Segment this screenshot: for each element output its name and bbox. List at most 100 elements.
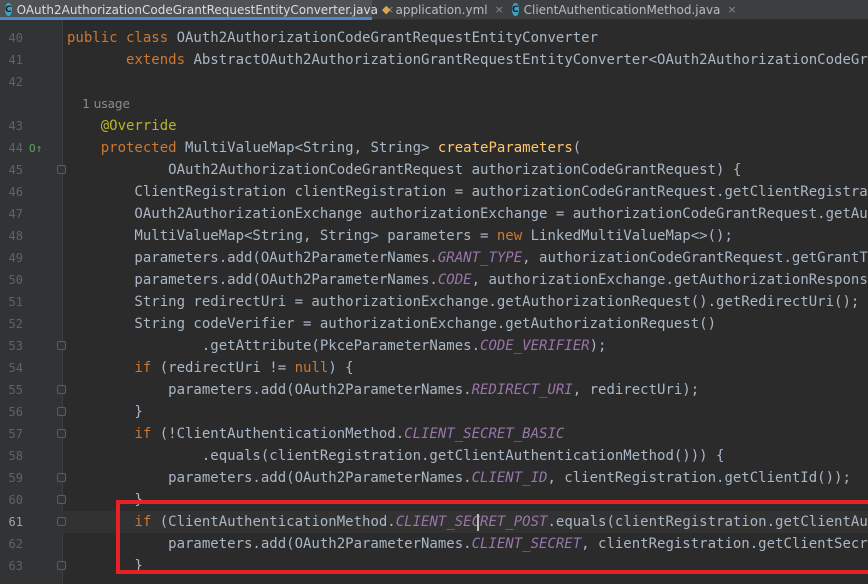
- code-token: OAuth2AuthorizationCodeGrantRequestEntit…: [176, 30, 599, 46]
- line-number: 46: [8, 185, 23, 199]
- line-number: 62: [8, 537, 23, 551]
- code-line: 1 usage: [67, 93, 130, 115]
- code-token: String codeVerifier = authorizationExcha…: [67, 316, 717, 332]
- tab-label: OAuth2AuthorizationCodeGrantRequestEntit…: [16, 2, 378, 17]
- fold-marker-icon[interactable]: [57, 407, 66, 416]
- fold-marker-icon[interactable]: [57, 473, 66, 482]
- code-token: createParameters: [437, 140, 573, 156]
- line-number: 49: [8, 251, 23, 265]
- close-icon[interactable]: ×: [727, 3, 736, 16]
- line-number: 51: [8, 295, 23, 309]
- code-token: ) {: [328, 360, 354, 376]
- code-token: parameters.add(OAuth2ParameterNames.: [67, 470, 472, 486]
- code-line: public class OAuth2AuthorizationCodeGran…: [67, 27, 598, 49]
- line-number: 54: [8, 361, 23, 375]
- code-token: if: [134, 360, 160, 376]
- fold-marker-icon[interactable]: [57, 165, 66, 174]
- code-token: (!ClientAuthenticationMethod.: [159, 426, 405, 442]
- code-line: protected MultiValueMap<String, String> …: [67, 137, 581, 159]
- line-number: 50: [8, 273, 23, 287]
- code-token: protected: [100, 140, 186, 156]
- code-line: if (redirectUri != null) {: [67, 357, 354, 379]
- line-number-gutter: 40 41 42 43 44 45 46 47 48 49 50 51 52 53 54 55 56 57 58 59…: [0, 20, 62, 584]
- code-line: MultiValueMap<String, String> parameters…: [67, 225, 733, 247]
- code-token: parameters.add(OAuth2ParameterNames.: [67, 272, 438, 288]
- code-token: MultiValueMap<String, String> parameters…: [67, 228, 497, 244]
- code-token: if: [134, 426, 160, 442]
- code-token: OAuth2AuthorizationCodeGrantRequest auth…: [67, 162, 742, 178]
- code-token: CLIENT_SECRET_BASIC: [404, 426, 565, 442]
- code-token: String redirectUri = authorizationExchan…: [67, 294, 860, 310]
- line-number: 61: [8, 515, 23, 529]
- code-token: LinkedMultiValueMap<>();: [530, 228, 733, 244]
- line-number: 56: [8, 405, 23, 419]
- code-token: , authorizationExchange.getAuthorization…: [471, 272, 868, 288]
- fold-marker-icon[interactable]: [57, 517, 66, 526]
- line-number: 42: [8, 75, 23, 89]
- line-number: 41: [8, 53, 23, 67]
- code-token: , redirectUri);: [572, 382, 700, 398]
- code-token: CODE: [437, 272, 472, 288]
- fold-marker-icon[interactable]: [57, 385, 66, 394]
- code-token: }: [67, 404, 143, 420]
- line-number: 55: [8, 383, 23, 397]
- code-line: OAuth2AuthorizationCodeGrantRequest auth…: [67, 159, 741, 181]
- code-token: extends: [126, 52, 194, 68]
- editor-tab-bar: C OAuth2AuthorizationCodeGrantRequestEnti…: [0, 0, 868, 20]
- line-number: 60: [8, 493, 23, 507]
- code-token: public class: [67, 30, 177, 46]
- code-token: (redirectUri !=: [159, 360, 295, 376]
- fold-marker-icon[interactable]: [57, 429, 66, 438]
- close-icon[interactable]: ×: [495, 3, 504, 16]
- line-number: 59: [8, 471, 23, 485]
- code-token: CODE_VERIFIER: [480, 338, 590, 354]
- code-token: GRANT_TYPE: [437, 250, 523, 266]
- line-number: 48: [8, 229, 23, 243]
- code-line: .getAttribute(PkceParameterNames.CODE_VE…: [67, 335, 607, 357]
- fold-marker-icon[interactable]: [57, 341, 66, 350]
- line-number: 53: [8, 339, 23, 353]
- tab-label: application.yml: [395, 2, 488, 17]
- tab-0[interactable]: C OAuth2AuthorizationCodeGrantRequestEnti…: [0, 0, 394, 20]
- line-number: 45: [8, 163, 23, 177]
- override-method-icon[interactable]: O↑: [29, 142, 42, 155]
- code-token: .equals(clientRegistration.getClientAuth…: [67, 448, 725, 464]
- code-token: , clientRegistration.getClientId());: [547, 470, 851, 486]
- code-token: null: [294, 360, 329, 376]
- code-token: ClientRegistration clientRegistration = …: [67, 184, 868, 200]
- class-icon: C: [5, 3, 12, 16]
- line-number: 47: [8, 207, 23, 221]
- tab-1[interactable]: ◆ application.yml ×: [377, 0, 504, 19]
- code-line: String codeVerifier = authorizationExcha…: [67, 313, 716, 335]
- tab-2[interactable]: C ClientAuthenticationMethod.java ×: [507, 0, 737, 19]
- yaml-icon: ◆: [382, 3, 391, 16]
- usage-hint[interactable]: 1 usage: [67, 97, 130, 111]
- fold-marker-icon[interactable]: [57, 561, 66, 570]
- code-token: parameters.add(OAuth2ParameterNames.: [67, 382, 472, 398]
- line-number: 52: [8, 317, 23, 331]
- code-line: @Override: [67, 115, 177, 137]
- code-line: ClientRegistration clientRegistration = …: [67, 181, 868, 203]
- code-token: , authorizationCodeGrantRequest.getGrant…: [522, 250, 868, 266]
- code-line: String redirectUri = authorizationExchan…: [67, 291, 859, 313]
- code-token: MultiValueMap<String, String>: [185, 140, 438, 156]
- code-line: parameters.add(OAuth2ParameterNames.REDI…: [67, 379, 699, 401]
- code-line: extends AbstractOAuth2AuthorizationGrant…: [67, 49, 868, 71]
- code-token: (: [572, 140, 582, 156]
- line-number: 58: [8, 449, 23, 463]
- code-line: }: [67, 401, 143, 423]
- line-number: 63: [8, 559, 23, 573]
- code-token: CLIENT_ID: [471, 470, 548, 486]
- code-token: parameters.add(OAuth2ParameterNames.: [67, 250, 438, 266]
- line-number: 44: [8, 141, 23, 155]
- line-number: 40: [8, 31, 23, 45]
- fold-marker-icon[interactable]: [57, 495, 66, 504]
- code-line: parameters.add(OAuth2ParameterNames.CODE…: [67, 269, 868, 291]
- code-token: REDIRECT_URI: [471, 382, 573, 398]
- highlight-annotation-box: [116, 500, 868, 574]
- code-token: OAuth2AuthorizationExchange authorizatio…: [67, 206, 868, 222]
